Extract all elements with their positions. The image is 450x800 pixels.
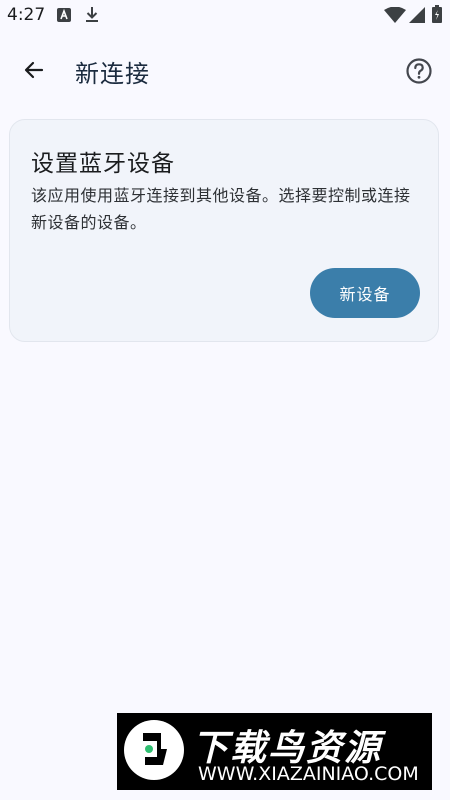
card-title: 设置蓝牙设备 (31, 151, 175, 177)
download-icon (86, 7, 98, 22)
new-device-button[interactable]: 新设备 (310, 268, 420, 318)
watermark-url: WWW.XIAZAINIAO.COM (198, 763, 419, 785)
signal-icon (409, 7, 425, 23)
help-circle-icon (406, 58, 432, 84)
bluetooth-setup-card: 设置蓝牙设备 该应用使用蓝牙连接到其他设备。选择要控制或连接新设备的设备。 新设… (9, 119, 439, 342)
back-button[interactable] (14, 50, 54, 90)
bird-logo-icon (124, 720, 184, 780)
wifi-icon (384, 7, 406, 23)
status-bar: 4:27 (0, 0, 450, 32)
arrow-left-icon (24, 61, 44, 79)
page-title: 新连接 (75, 60, 150, 88)
battery-icon (432, 5, 442, 23)
watermark-banner: 下载鸟资源 WWW.XIAZAINIAO.COM (117, 713, 432, 790)
help-button[interactable] (398, 50, 440, 92)
top-app-bar: 新连接 (0, 40, 450, 100)
status-time: 4:27 (7, 5, 46, 25)
a-app-icon (57, 8, 71, 22)
card-description: 该应用使用蓝牙连接到其他设备。选择要控制或连接新设备的设备。 (31, 186, 411, 232)
